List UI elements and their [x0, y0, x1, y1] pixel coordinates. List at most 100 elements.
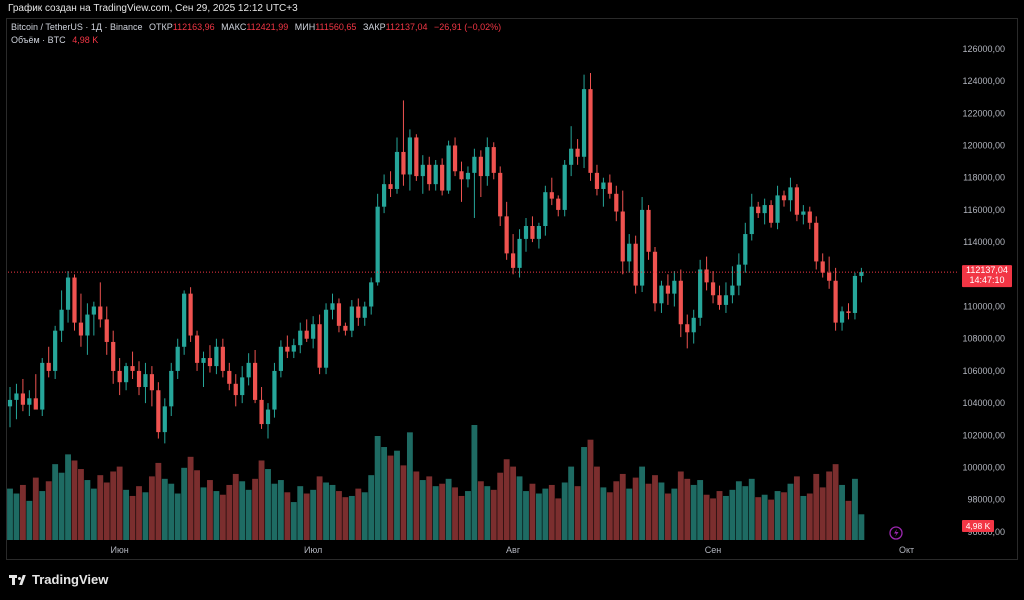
candle-body — [240, 377, 245, 396]
volume-bar — [200, 487, 207, 540]
candle-body — [85, 314, 90, 336]
volume-bar — [323, 482, 329, 540]
volume-bar — [568, 466, 575, 540]
volume-bar — [652, 475, 658, 540]
candle-body — [717, 295, 722, 305]
candle-body — [517, 238, 522, 268]
candle-body — [859, 272, 864, 276]
candle-body — [265, 409, 271, 425]
volume-bar — [561, 482, 568, 540]
time-axis: Июн Июл Авг Сен Окт — [111, 545, 915, 555]
candle-body — [588, 89, 593, 173]
volume-bar — [813, 473, 820, 540]
candle-body — [846, 311, 851, 313]
candle-body — [820, 261, 825, 273]
price-tick-label: 118000,00 — [963, 173, 1005, 183]
price-tick-label: 100000,00 — [962, 463, 1005, 473]
candle-body — [543, 192, 548, 227]
candle-body — [575, 148, 580, 157]
volume-bar — [258, 460, 265, 540]
price-chart[interactable]: 126000,00 124000,00 122000,00 120000,00 1180… — [0, 0, 1024, 600]
volume-bar — [716, 491, 723, 540]
candle-body — [407, 137, 412, 175]
volume-bar — [600, 487, 607, 540]
candle-body — [485, 147, 490, 177]
volume-bar — [755, 497, 762, 540]
volume-bar — [336, 491, 342, 540]
volume-bar — [7, 488, 13, 540]
volume-bar — [413, 471, 420, 540]
time-tick-label: Авг — [506, 545, 521, 555]
candle-body — [504, 216, 509, 254]
candle-body — [730, 285, 735, 296]
tradingview-mark-icon — [9, 574, 27, 585]
candle-body — [7, 399, 13, 407]
volume-bar — [277, 480, 284, 540]
volume-bar — [329, 484, 336, 540]
volume-bar — [839, 484, 845, 540]
candle-body — [478, 156, 483, 177]
candle-body — [394, 151, 400, 189]
candle-body — [472, 156, 477, 173]
candle-body — [659, 285, 664, 304]
volume-bar — [161, 478, 168, 540]
tradingview-logo[interactable]: TradingView — [9, 572, 108, 587]
candle-body — [562, 164, 567, 210]
volume-bar — [239, 481, 246, 540]
candle-body — [594, 172, 600, 189]
candle-body — [756, 206, 761, 214]
candle-body — [569, 148, 574, 165]
volume-bar — [639, 466, 646, 540]
candle-body — [646, 209, 651, 252]
volume-bar — [432, 486, 439, 540]
volume-bar — [793, 476, 800, 540]
candle-body — [491, 147, 496, 173]
volume-bar — [664, 493, 671, 540]
candle-body — [182, 293, 187, 347]
candle-body — [511, 253, 516, 268]
price-tick-label: 104000,00 — [962, 398, 1005, 408]
candle-body — [246, 362, 251, 378]
candle-body — [775, 195, 780, 223]
volume-bar — [723, 495, 729, 540]
volume-bar — [297, 486, 304, 540]
volume-bar — [529, 483, 536, 540]
lightning-icon[interactable] — [889, 526, 903, 540]
volume-bar — [619, 473, 626, 540]
candle-body — [336, 303, 342, 326]
candle-body — [794, 187, 799, 215]
volume-bar — [374, 436, 381, 540]
volume-bar — [671, 488, 678, 540]
volume-bar — [19, 484, 26, 540]
candle-body — [27, 398, 32, 405]
candle-body — [678, 280, 683, 325]
volume-bar — [116, 466, 123, 540]
time-tick-label: Окт — [899, 545, 914, 555]
candle-body — [498, 172, 503, 217]
last-price-value: 112137,04 — [966, 265, 1008, 275]
volume-bar — [316, 476, 323, 540]
candles — [7, 73, 864, 444]
candle-body — [98, 306, 103, 320]
candle-body — [769, 205, 774, 223]
candle-body — [839, 311, 845, 323]
volume-bar — [252, 478, 259, 540]
candle-body — [227, 370, 232, 384]
candle-body — [259, 399, 264, 425]
candle-body — [827, 272, 832, 281]
volume-bar — [290, 502, 297, 540]
volume-bar — [587, 439, 594, 540]
candle-body — [781, 195, 787, 201]
price-tick-label: 98000,00 — [967, 495, 1005, 505]
volume-bar — [800, 495, 807, 540]
candle-body — [72, 277, 77, 323]
volume-bar — [355, 488, 362, 540]
candle-body — [136, 370, 142, 388]
candle-body — [53, 330, 58, 371]
candle-body — [633, 243, 638, 286]
time-tick-label: Июн — [111, 545, 129, 555]
time-tick-label: Июл — [304, 545, 322, 555]
volume-bar — [213, 491, 220, 540]
candle-body — [801, 211, 806, 215]
candle-body — [291, 345, 296, 352]
